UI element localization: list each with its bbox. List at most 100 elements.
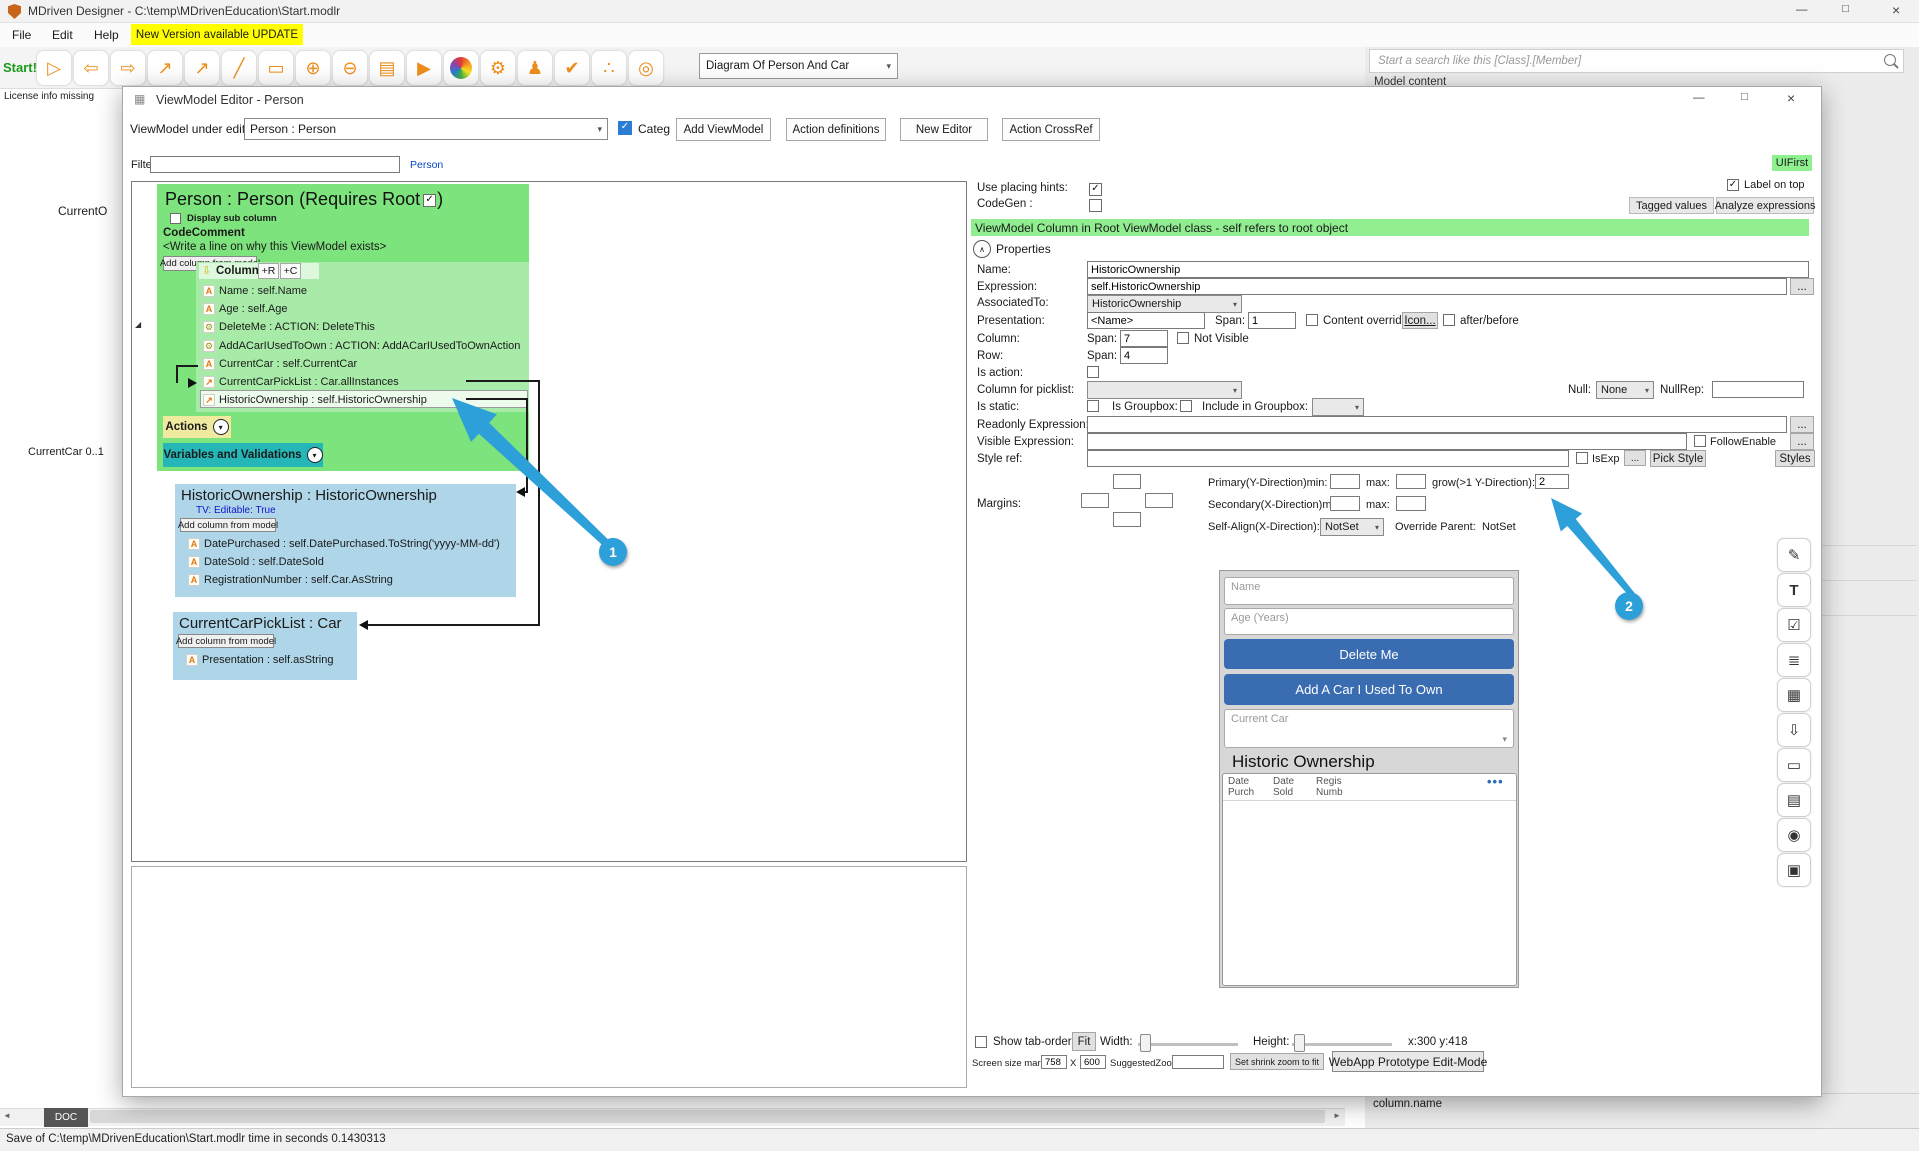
margin-top-input[interactable] [1113,474,1141,489]
palette-edit-icon[interactable]: ✎ [1777,538,1811,572]
actions-button[interactable]: Actions ▾ [163,416,231,438]
tree-row-historicownership[interactable]: ↗ HistoricOwnership : self.HistoricOwner… [203,392,427,408]
minimize-icon[interactable]: — [1796,4,1808,16]
secondary-max-input[interactable] [1396,496,1426,511]
preview-table-more-icon[interactable]: ••• [1487,774,1504,789]
filter-scope-link[interactable]: Person [410,159,443,171]
self-align-select[interactable]: NotSet ▾ [1320,518,1384,536]
marker-width-input[interactable] [1041,1055,1067,1069]
picklist-row-presentation[interactable]: A Presentation : self.asString [186,652,333,668]
webapp-prototype-button[interactable]: WebApp Prototype Edit-Mode [1332,1051,1484,1072]
toolbar-line-icon[interactable]: ╱ [221,50,257,86]
primary-min-input[interactable] [1330,474,1360,489]
margin-bottom-input[interactable] [1113,512,1141,527]
styles-button[interactable]: Styles [1775,450,1815,467]
column-span-input[interactable] [1120,330,1168,347]
fit-button[interactable]: Fit [1072,1032,1096,1051]
include-groupbox-select[interactable]: ▾ [1312,398,1364,416]
secondary-min-input[interactable] [1330,496,1360,511]
palette-list-icon[interactable]: ▤ [1777,783,1811,817]
toolbar-run-icon[interactable]: ▷ [36,50,72,86]
is-action-checkbox[interactable] [1087,366,1099,378]
preview-table[interactable] [1222,773,1517,986]
categ-checkbox[interactable]: ✓ [618,121,632,135]
icon-button[interactable]: Icon... [1402,312,1438,329]
dialog-maximize-icon[interactable]: □ [1741,91,1748,103]
toolbar-window-icon[interactable]: ▤ [369,50,405,86]
isexp-checkbox[interactable] [1576,452,1588,464]
add-column-plus-button[interactable]: +C [280,263,301,279]
label-on-top-checkbox[interactable]: ✓ [1727,179,1739,191]
toolbar-link-icon[interactable]: ↗ [147,50,183,86]
tree-row-deleteme[interactable]: ⚙ DeleteMe : ACTION: DeleteThis [203,319,375,335]
start-label[interactable]: Start! [3,60,37,75]
associatedto-select[interactable]: HistoricOwnership ▾ [1087,295,1242,313]
tree-row-currentcar[interactable]: A CurrentCar : self.CurrentCar [203,356,357,372]
grow-input[interactable] [1535,474,1569,489]
width-slider[interactable] [1138,1043,1238,1046]
toolbar-window-run-icon[interactable]: ▶ [406,50,442,86]
menu-help[interactable]: Help [94,28,119,42]
suggested-zoom-input[interactable] [1172,1055,1224,1069]
palette-image-icon[interactable]: ◉ [1777,818,1811,852]
expression-ellipsis-button[interactable]: ... [1790,278,1814,295]
preview-add-car-button[interactable]: Add A Car I Used To Own [1224,674,1514,705]
use-placing-hints-checkbox[interactable]: ✓ [1089,183,1102,196]
presentation-span-input[interactable] [1248,312,1296,329]
expression-input[interactable] [1087,278,1787,295]
dialog-close-icon[interactable]: × [1787,90,1795,106]
dialog-minimize-icon[interactable]: — [1693,92,1705,104]
margin-right-input[interactable] [1145,493,1173,508]
toolbar-zoom-out-icon[interactable]: ⊖ [332,50,368,86]
style-ellipsis-button[interactable]: ... [1624,450,1646,466]
model-content-row[interactable]: column.name [1373,1098,1442,1110]
viewmodel-select[interactable]: Person : Person ▾ [244,118,608,140]
display-sub-column-checkbox[interactable] [170,213,181,224]
preview-table-header-datesold[interactable]: DateSold [1273,776,1294,798]
tree-row-currentcarpicklist[interactable]: ↗ CurrentCarPickList : Car.allInstances [203,374,399,390]
filter-input[interactable] [150,156,400,173]
preview-current-car-select[interactable]: Current Car ▾ [1224,709,1514,748]
null-select[interactable]: None ▾ [1596,381,1654,399]
toolbar-access-icon[interactable]: ♟ [517,50,553,86]
row-span-input[interactable] [1120,347,1168,364]
palette-text-icon[interactable]: T [1777,573,1811,607]
marker-height-input[interactable] [1080,1055,1106,1069]
name-input[interactable] [1087,261,1809,278]
tree-row-age[interactable]: A Age : self.Age [203,301,288,317]
preview-name-field[interactable]: Name [1224,577,1514,605]
variables-validations-button[interactable]: Variables and Validations ▾ [163,443,323,467]
requires-root-checkbox[interactable]: ✓ [423,194,436,207]
readonly-expression-input[interactable] [1087,416,1787,433]
height-slider-thumb[interactable] [1294,1034,1305,1052]
margin-left-input[interactable] [1081,493,1109,508]
visible-ellipsis-button[interactable]: ... [1790,433,1814,450]
toolbar-zoom-in-icon[interactable]: ⊕ [295,50,331,86]
palette-checkbox-icon[interactable]: ☑ [1777,608,1811,642]
nullrep-input[interactable] [1712,381,1804,398]
menu-file[interactable]: File [12,28,31,42]
new-editor-button[interactable]: New Editor [900,118,988,141]
toolbar-structure-icon[interactable]: ∴ [591,50,627,86]
close-icon[interactable]: × [1892,2,1900,18]
height-slider[interactable] [1292,1043,1392,1046]
column-for-picklist-select[interactable]: ▾ [1087,381,1242,399]
toolbar-back-icon[interactable]: ⇦ [73,50,109,86]
palette-import-icon[interactable]: ⇩ [1777,713,1811,747]
preview-table-header-registration[interactable]: RegisNumb [1316,776,1343,798]
not-visible-checkbox[interactable] [1177,332,1189,344]
primary-max-input[interactable] [1396,474,1426,489]
doc-tab[interactable]: DOC [44,1108,88,1127]
search-input[interactable]: Start a search like this [Class].[Member… [1369,49,1904,73]
picklist-add-column-button[interactable]: Add column from model [178,634,274,648]
palette-frame-icon[interactable]: ▣ [1777,853,1811,887]
codegen-checkbox[interactable] [1089,199,1102,212]
code-comment-value[interactable]: <Write a line on why this ViewModel exis… [163,241,386,253]
menu-edit[interactable]: Edit [52,28,73,42]
pick-style-button[interactable]: Pick Style [1650,450,1706,467]
diagram-selector[interactable]: Diagram Of Person And Car ▾ [699,53,898,79]
after-before-checkbox[interactable] [1443,314,1455,326]
visible-expression-input[interactable] [1087,433,1687,450]
add-viewmodel-button[interactable]: Add ViewModel [676,118,771,141]
preview-table-header-datepurchased[interactable]: DatePurch [1228,776,1254,798]
